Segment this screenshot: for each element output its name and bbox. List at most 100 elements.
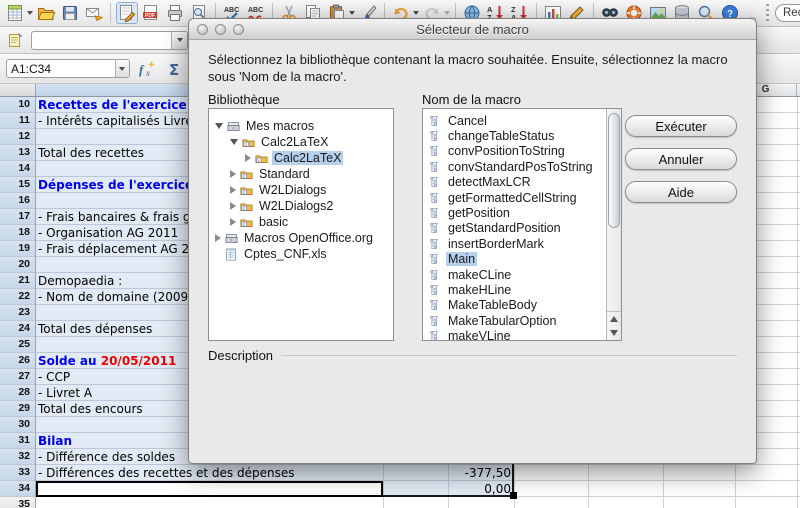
cell-a31[interactable]: Bilan xyxy=(38,433,72,449)
macro-list-scrollbar[interactable] xyxy=(606,109,621,340)
cancel-button[interactable]: Annuler xyxy=(625,148,737,170)
sum-button[interactable]: Σ xyxy=(164,58,186,80)
macro-item-convstandardpostostring[interactable]: convStandardPosToString xyxy=(423,159,606,174)
row-header-33[interactable]: 33 xyxy=(0,465,36,481)
tree-item-standard[interactable]: sStandard xyxy=(209,166,393,182)
name-box[interactable] xyxy=(6,59,130,78)
macro-item-detectmaxlcr[interactable]: detectMaxLCR xyxy=(423,175,606,190)
cell-a18[interactable]: - Organisation AG 2011 xyxy=(38,225,178,241)
tree-item-calc2latex[interactable]: sCalc2LaTeX xyxy=(209,150,393,166)
tree-item-mes-macros[interactable]: Mes macros xyxy=(209,118,393,134)
search-input[interactable] xyxy=(775,4,800,22)
row-header-14[interactable]: 14 xyxy=(0,161,36,177)
dropdown-caret-icon[interactable] xyxy=(349,11,355,15)
cell-a26[interactable]: Solde au 20/05/2011 xyxy=(38,353,176,369)
row-header-11[interactable]: 11 xyxy=(0,113,36,129)
macro-item-changetablestatus[interactable]: changeTableStatus xyxy=(423,128,606,143)
row-header-29[interactable]: 29 xyxy=(0,401,36,417)
export-pdf-button[interactable]: PDF xyxy=(140,2,162,24)
row-header-10[interactable]: 10 xyxy=(0,97,36,113)
row-header-18[interactable]: 18 xyxy=(0,225,36,241)
disclosure-closed-icon[interactable] xyxy=(245,154,251,162)
row-header-24[interactable]: 24 xyxy=(0,321,36,337)
row-header-35[interactable]: 35 xyxy=(0,497,36,508)
row-header-32[interactable]: 32 xyxy=(0,449,36,465)
name-box-input[interactable] xyxy=(7,60,115,77)
cell-a19[interactable]: - Frais déplacement AG 20 xyxy=(38,241,197,257)
tree-item-w2ldialogs2[interactable]: sW2LDialogs2 xyxy=(209,198,393,214)
styles-icon[interactable] xyxy=(5,29,27,51)
cell-a10[interactable]: Recettes de l'exercice xyxy=(38,97,187,113)
tree-item-w2ldialogs[interactable]: sW2LDialogs xyxy=(209,182,393,198)
row-header-17[interactable]: 17 xyxy=(0,209,36,225)
disclosure-closed-icon[interactable] xyxy=(230,202,236,210)
macro-item-makevline[interactable]: makeVLine xyxy=(423,328,606,341)
macro-item-maketablebody[interactable]: MakeTableBody xyxy=(423,298,606,313)
cell-a33[interactable]: - Différences des recettes et des dépens… xyxy=(38,465,295,481)
disclosure-open-icon[interactable] xyxy=(215,123,223,129)
row-header-13[interactable]: 13 xyxy=(0,145,36,161)
row-header-23[interactable]: 23 xyxy=(0,305,36,321)
print-button[interactable] xyxy=(164,2,186,24)
select-all-corner[interactable] xyxy=(0,84,36,97)
macro-item-getposition[interactable]: getPosition xyxy=(423,205,606,220)
scroll-down-button[interactable] xyxy=(607,326,621,340)
macro-item-makehline[interactable]: makeHLine xyxy=(423,282,606,297)
cell-a17[interactable]: - Frais bancaires & frais gé xyxy=(38,209,198,225)
macro-item-getformattedcellstring[interactable]: getFormattedCellString xyxy=(423,190,606,205)
scroll-up-button[interactable] xyxy=(607,312,621,326)
style-combobox-dropdown[interactable] xyxy=(171,32,187,49)
dropdown-caret-icon[interactable] xyxy=(444,11,450,15)
tree-item-macros-openoffice-org[interactable]: Macros OpenOffice.org xyxy=(209,230,393,246)
cell-a24[interactable]: Total des dépenses xyxy=(38,321,152,337)
cell-a29[interactable]: Total des encours xyxy=(38,401,143,417)
cell-value-c33[interactable]: -377,50 xyxy=(384,465,511,481)
row-header-15[interactable]: 15 xyxy=(0,177,36,193)
active-cell-cursor[interactable] xyxy=(36,481,383,497)
row-header-28[interactable]: 28 xyxy=(0,385,36,401)
macro-item-convpositiontostring[interactable]: convPositionToString xyxy=(423,144,606,159)
macro-item-main[interactable]: Main xyxy=(423,252,606,267)
row-header-25[interactable]: 25 xyxy=(0,337,36,353)
row-header-27[interactable]: 27 xyxy=(0,369,36,385)
cell-a28[interactable]: - Livret A xyxy=(38,385,92,401)
cell-a22[interactable]: - Nom de domaine (2009, 2 xyxy=(38,289,203,305)
tree-item-basic[interactable]: sbasic xyxy=(209,214,393,230)
row-header-30[interactable]: 30 xyxy=(0,417,36,433)
macro-list[interactable]: CancelchangeTableStatusconvPositionToStr… xyxy=(422,108,622,341)
row-header-26[interactable]: 26 xyxy=(0,353,36,369)
macro-item-cancel[interactable]: Cancel xyxy=(423,113,606,128)
macro-item-makecline[interactable]: makeCLine xyxy=(423,267,606,282)
disclosure-closed-icon[interactable] xyxy=(230,186,236,194)
style-combobox[interactable] xyxy=(31,31,188,50)
row-header-31[interactable]: 31 xyxy=(0,433,36,449)
cell-a13[interactable]: Total des recettes xyxy=(38,145,144,161)
disclosure-open-icon[interactable] xyxy=(230,139,238,145)
macro-item-insertbordermark[interactable]: insertBorderMark xyxy=(423,236,606,251)
row-header-22[interactable]: 22 xyxy=(0,289,36,305)
cell-value-c34[interactable]: 0,00 xyxy=(384,481,511,497)
cell-a15[interactable]: Dépenses de l'exercice xyxy=(38,177,193,193)
email-button[interactable] xyxy=(83,2,105,24)
dropdown-caret-icon[interactable] xyxy=(413,11,419,15)
edit-file-button[interactable] xyxy=(116,2,138,24)
cell-a27[interactable]: - CCP xyxy=(38,369,70,385)
disclosure-closed-icon[interactable] xyxy=(215,234,221,242)
scrollbar-thumb[interactable] xyxy=(608,113,620,228)
macro-item-maketabularoption[interactable]: MakeTabularOption xyxy=(423,313,606,328)
row-header-21[interactable]: 21 xyxy=(0,273,36,289)
disclosure-closed-icon[interactable] xyxy=(230,218,236,226)
row-header-16[interactable]: 16 xyxy=(0,193,36,209)
cell-a21[interactable]: Demopaedia : xyxy=(38,273,122,289)
macro-item-getstandardposition[interactable]: getStandardPosition xyxy=(423,221,606,236)
new-document-button[interactable] xyxy=(4,2,33,24)
dropdown-caret-icon[interactable] xyxy=(27,11,33,15)
cell-a11[interactable]: - Intérêts capitalisés Livret xyxy=(38,113,197,129)
tree-item-calc2latex[interactable]: sCalc2LaTeX xyxy=(209,134,393,150)
selection-fill-handle[interactable] xyxy=(510,492,517,499)
row-header-20[interactable]: 20 xyxy=(0,257,36,273)
row-header-34[interactable]: 34 xyxy=(0,481,36,497)
library-tree[interactable]: Mes macrossCalc2LaTeXsCalc2LaTeXsStandar… xyxy=(208,108,394,341)
name-box-dropdown[interactable] xyxy=(115,60,129,77)
help-button[interactable]: Aide xyxy=(625,181,737,203)
